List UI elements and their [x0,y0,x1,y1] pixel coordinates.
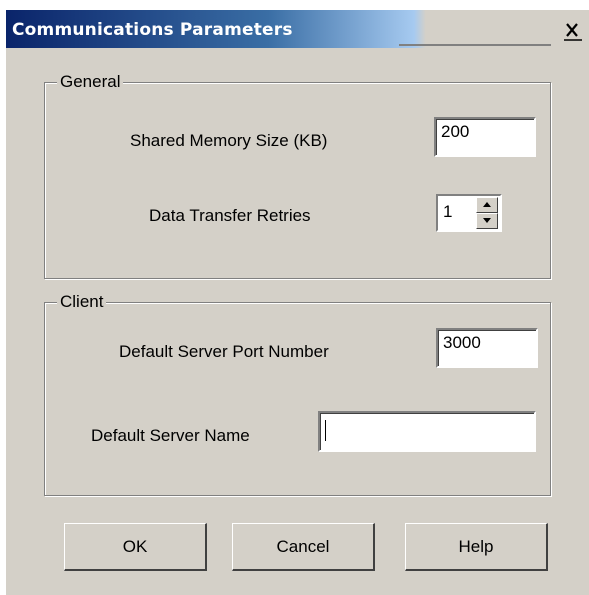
general-group-legend: General [57,71,124,93]
default-server-name-input[interactable] [318,411,536,452]
title-divider [399,44,551,46]
default-server-name-label: Default Server Name [91,426,250,445]
cancel-button[interactable]: Cancel [232,523,375,571]
default-server-port-input[interactable]: 3000 [436,328,538,368]
retries-value[interactable]: 1 [443,202,452,222]
close-button[interactable] [561,18,585,42]
arrow-up-icon [483,202,491,207]
ok-button[interactable]: OK [64,523,207,571]
shared-memory-input[interactable]: 200 [434,117,536,157]
client-group-legend: Client [57,291,107,313]
arrow-down-icon [483,218,491,223]
data-transfer-retries-spinner[interactable]: 1 [436,194,502,232]
text-caret [325,420,326,441]
data-transfer-retries-label: Data Transfer Retries [149,206,311,225]
communications-parameters-dialog: Communications Parameters General Shared… [6,10,589,595]
shared-memory-label: Shared Memory Size (KB) [130,131,328,150]
help-button[interactable]: Help [405,523,548,571]
default-server-port-label: Default Server Port Number [119,342,329,361]
window-title: Communications Parameters [12,20,293,40]
close-icon [564,23,582,41]
spin-up-button[interactable] [476,197,498,213]
general-group: General [44,71,551,279]
spin-down-button[interactable] [476,213,498,229]
title-bar[interactable]: Communications Parameters [6,10,589,48]
